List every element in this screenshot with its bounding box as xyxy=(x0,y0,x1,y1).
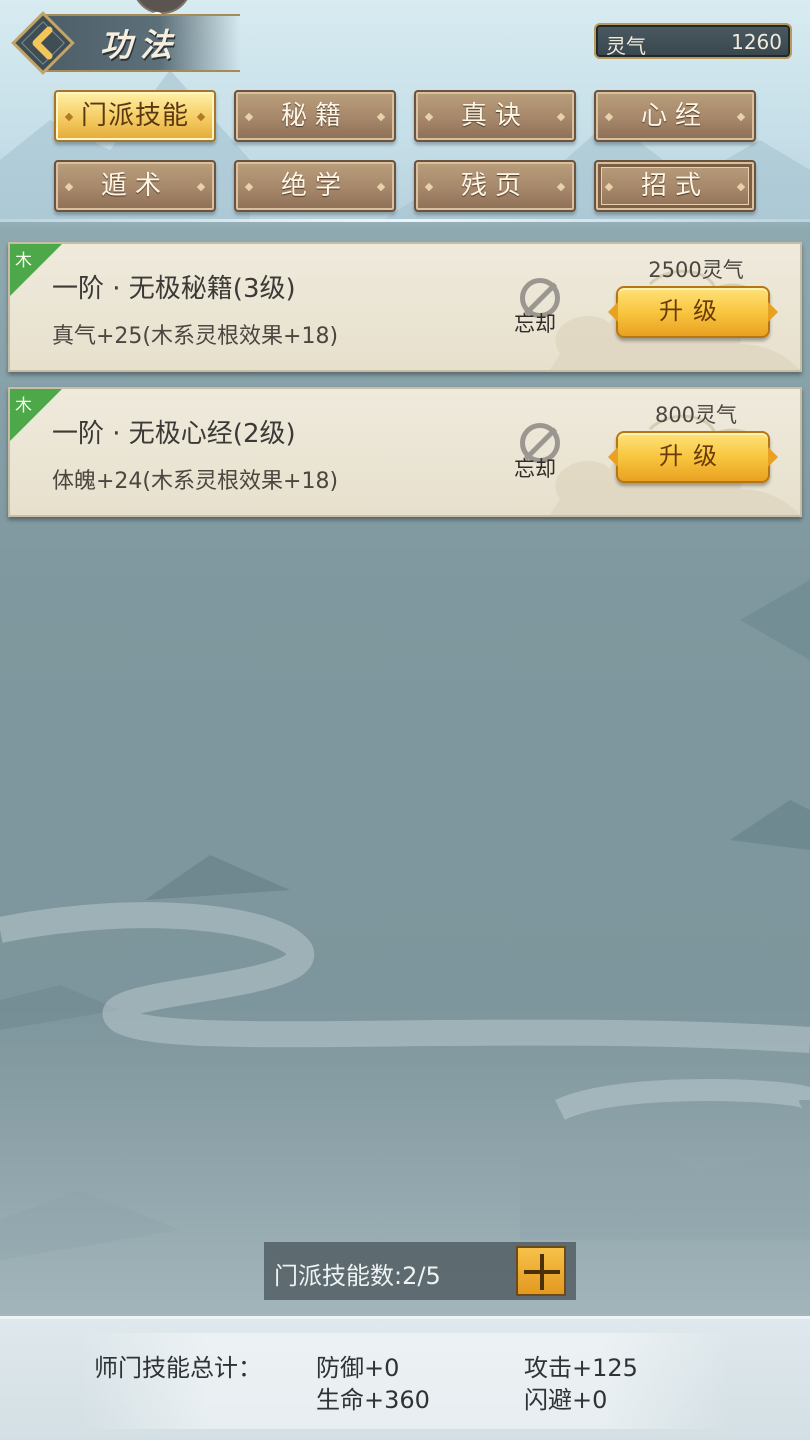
tab-label: 残页 xyxy=(460,171,529,201)
tab-label: 绝学 xyxy=(280,171,349,201)
skill-card: 木 一阶 · 无极秘籍(3级) 真气+25(木系灵根效果+18) 忘却 2500… xyxy=(8,242,802,372)
upgrade-button[interactable]: 升级 xyxy=(608,286,778,338)
currency-value: 1260 xyxy=(731,30,782,54)
currency-label: 灵气 xyxy=(606,34,646,58)
tab-label: 遁术 xyxy=(100,171,169,201)
skill-title: 一阶 · 无极秘籍(3级) xyxy=(52,274,296,304)
back-button[interactable] xyxy=(8,8,78,78)
tab-true-formula[interactable]: 真诀 xyxy=(414,90,576,142)
forget-button[interactable]: 忘却 xyxy=(514,423,570,481)
tab-secret-manual[interactable]: 秘籍 xyxy=(234,90,396,142)
skill-title: 一阶 · 无极心经(2级) xyxy=(52,419,296,449)
skill-description: 真气+25(木系灵根效果+18) xyxy=(52,324,339,349)
tab-label: 秘籍 xyxy=(280,101,349,131)
forget-label: 忘却 xyxy=(514,457,556,481)
upgrade-cost: 800灵气 xyxy=(654,403,738,427)
upgrade-button[interactable]: 升级 xyxy=(608,431,778,483)
tab-sect-skills[interactable]: 门派技能 xyxy=(54,90,216,142)
tab-heart-sutra[interactable]: 心经 xyxy=(594,90,756,142)
skill-description: 体魄+24(木系灵根效果+18) xyxy=(52,469,339,494)
tab-label: 门派技能 xyxy=(80,101,189,131)
stat-attack: 攻击+125 xyxy=(524,1354,638,1382)
page-title: 功法 xyxy=(100,26,181,64)
tab-escape-art[interactable]: 遁术 xyxy=(54,160,216,212)
stat-dodge: 闪避+0 xyxy=(524,1386,608,1414)
upgrade-cost: 2500灵气 xyxy=(648,258,744,282)
element-label: 木 xyxy=(15,251,32,271)
tab-label: 招式 xyxy=(640,171,709,201)
tab-label: 真诀 xyxy=(460,101,529,131)
tab-ultimate[interactable]: 绝学 xyxy=(234,160,396,212)
stat-health: 生命+360 xyxy=(316,1386,430,1414)
game-scene: 功法 灵气 1260 门派技能 秘籍 真诀 心经 遁术 绝学 残页 招式 木 一… xyxy=(0,0,810,1440)
tab-moves[interactable]: 招式 xyxy=(594,160,756,212)
tab-fragments[interactable]: 残页 xyxy=(414,160,576,212)
spirit-currency: 灵气 1260 xyxy=(594,23,792,59)
summary-label: 师门技能总计： xyxy=(94,1354,262,1382)
skill-count-text: 门派技能数:2/5 xyxy=(274,1262,441,1290)
forget-button[interactable]: 忘却 xyxy=(514,278,570,336)
element-label: 木 xyxy=(15,396,32,416)
stat-defense: 防御+0 xyxy=(316,1354,400,1382)
skill-count-bar: 门派技能数:2/5 xyxy=(264,1242,576,1300)
add-slot-button[interactable] xyxy=(516,1246,566,1296)
tab-label: 心经 xyxy=(640,101,709,131)
chevron-left-icon xyxy=(11,11,75,75)
forget-label: 忘却 xyxy=(514,312,556,336)
skill-card: 木 一阶 · 无极心经(2级) 体魄+24(木系灵根效果+18) 忘却 800灵… xyxy=(8,387,802,517)
